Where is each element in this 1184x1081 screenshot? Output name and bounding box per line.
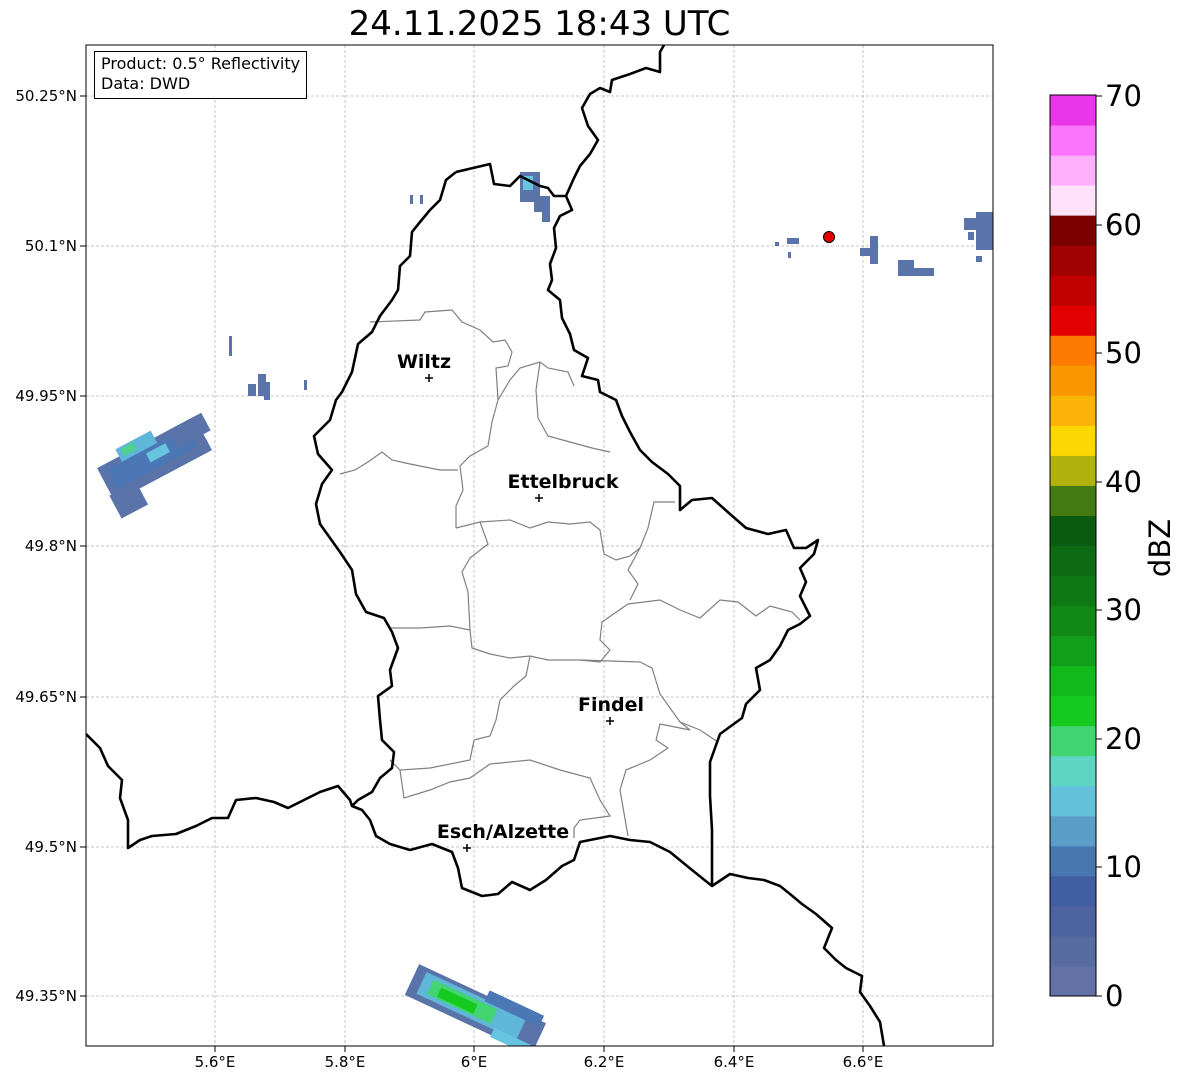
lon-tick-label: 6.4°E	[714, 1053, 755, 1071]
colorbar-segment	[1050, 935, 1096, 967]
lat-tick-label: 49.8°N	[25, 537, 77, 555]
colorbar-tick-label: 40	[1105, 465, 1142, 499]
colorbar-segment	[1050, 125, 1096, 156]
lat-tick-label: 49.65°N	[15, 688, 77, 706]
colorbar-tick-label: 10	[1105, 850, 1142, 884]
colorbar-tick-label: 50	[1105, 336, 1142, 370]
lat-tick-label: 49.35°N	[15, 987, 77, 1005]
colorbar-segment	[1050, 875, 1096, 907]
colorbar-segment	[1050, 485, 1096, 516]
lon-axis: 5.6°E 5.8°E 6°E 6.2°E 6.4°E 6.6°E	[195, 1046, 884, 1071]
colorbar-tick-label: 60	[1105, 208, 1142, 242]
colorbar-segment	[1050, 305, 1096, 336]
colorbar-segment	[1050, 245, 1096, 276]
colorbar-tick-label: 20	[1105, 722, 1142, 756]
colorbar-tick-label: 30	[1105, 593, 1142, 627]
echo-west	[97, 412, 213, 519]
colorbar-segment	[1050, 965, 1096, 997]
colorbar-segment	[1050, 455, 1096, 486]
lon-tick-label: 6.6°E	[843, 1053, 884, 1071]
colorbar	[1050, 95, 1096, 997]
colorbar-segment	[1050, 755, 1096, 787]
city-label-ettelbruck: Ettelbruck	[508, 471, 619, 493]
lat-tick-label: 49.95°N	[15, 387, 77, 405]
colorbar-segment	[1050, 665, 1096, 697]
colorbar-segment	[1050, 185, 1096, 216]
city-label-esch-alzette: Esch/Alzette	[437, 821, 569, 843]
lat-tick-label: 50.1°N	[25, 237, 77, 255]
lat-tick-label: 50.25°N	[15, 87, 77, 105]
lat-axis: 50.25°N 50.1°N 49.95°N 49.8°N 49.65°N 49…	[15, 87, 86, 1005]
city-label-findel: Findel	[578, 694, 644, 716]
colorbar-segment	[1050, 425, 1096, 456]
canton-boundaries	[339, 309, 801, 838]
colorbar-segment	[1050, 695, 1096, 727]
colorbar-segment	[1050, 635, 1096, 667]
colorbar-segment	[1050, 215, 1096, 246]
colorbar-tick-label: 0	[1105, 979, 1123, 1013]
city-label-wiltz: Wiltz	[397, 351, 451, 373]
lon-tick-label: 6.2°E	[584, 1053, 625, 1071]
lon-tick-label: 6°E	[461, 1053, 488, 1071]
radar-map: Wiltz Ettelbruck Findel Esch/Alzette 50.…	[15, 44, 1177, 1071]
product-text: Product: 0.5° Reflectivity	[101, 54, 301, 73]
colorbar-segment	[1050, 365, 1096, 396]
colorbar-segment	[1050, 725, 1096, 757]
colorbar-segment	[1050, 605, 1096, 637]
colorbar-segment	[1050, 815, 1096, 847]
colorbar-segment	[1050, 785, 1096, 817]
lon-tick-label: 5.6°E	[195, 1053, 236, 1071]
lon-tick-label: 5.8°E	[325, 1053, 366, 1071]
info-box: Product: 0.5° Reflectivity Data: DWD	[94, 51, 308, 99]
colorbar-segment	[1050, 545, 1096, 577]
colorbar-segment	[1050, 575, 1096, 607]
radar-echoes	[97, 172, 993, 1046]
echo-south	[404, 964, 547, 1046]
colorbar-tick-label: 70	[1105, 79, 1142, 113]
colorbar-segment	[1050, 155, 1096, 186]
radar-site-marker	[823, 231, 835, 243]
data-source-text: Data: DWD	[101, 74, 191, 93]
colorbar-segment	[1050, 335, 1096, 366]
colorbar-segment	[1050, 275, 1096, 306]
colorbar-segment	[1050, 95, 1096, 126]
colorbar-segment	[1050, 845, 1096, 877]
country-borders	[86, 45, 886, 1046]
colorbar-ticks	[1096, 95, 1102, 997]
colorbar-segment	[1050, 395, 1096, 426]
colorbar-segment	[1050, 905, 1096, 937]
lat-tick-label: 49.5°N	[25, 838, 77, 856]
colorbar-title: dBZ	[1143, 519, 1177, 577]
colorbar-segment	[1050, 515, 1096, 546]
